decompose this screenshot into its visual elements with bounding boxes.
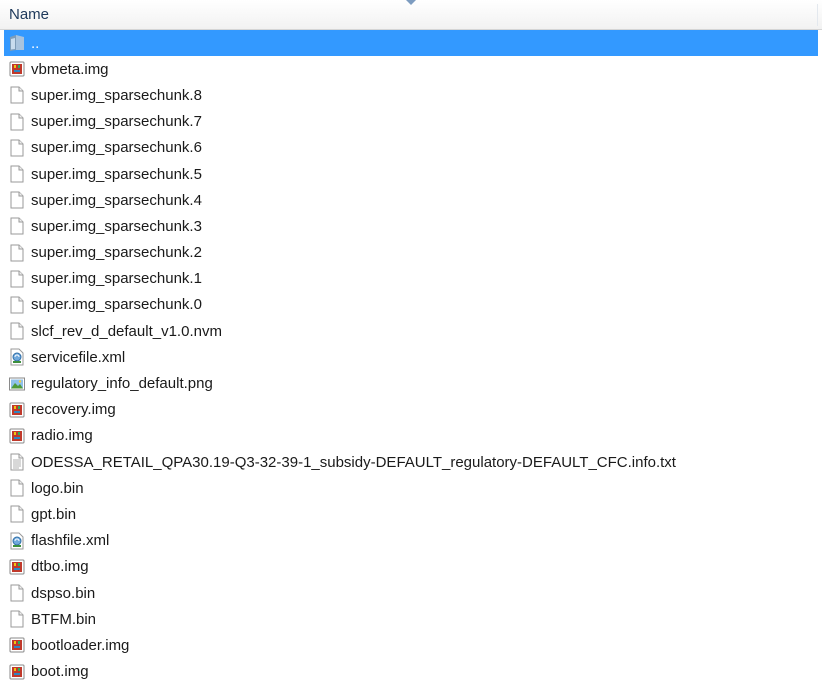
file-row[interactable]: ODESSA_RETAIL_QPA30.19-Q3-32-39-1_subsid…: [0, 449, 822, 475]
file-name: ODESSA_RETAIL_QPA30.19-Q3-32-39-1_subsid…: [31, 453, 676, 471]
file-row[interactable]: super.img_sparsechunk.5: [0, 161, 822, 187]
folder-up-icon: [9, 34, 25, 52]
file-name: servicefile.xml: [31, 348, 126, 366]
file-row[interactable]: bootloader.img: [0, 632, 822, 658]
file-row[interactable]: super.img_sparsechunk.6: [0, 135, 822, 161]
file-row[interactable]: boot.img: [0, 659, 822, 685]
file-name: recovery.img: [31, 401, 116, 419]
img-file-icon: [9, 558, 25, 576]
img-file-icon: [9, 401, 25, 419]
file-row[interactable]: super.img_sparsechunk.2: [0, 240, 822, 266]
blank-file-icon: [9, 296, 25, 314]
text-file-icon: [9, 453, 25, 471]
file-row[interactable]: ..: [4, 30, 818, 57]
blank-file-icon: [9, 584, 25, 602]
blank-file-icon: [9, 191, 25, 209]
blank-file-icon: [9, 165, 25, 183]
column-header-name[interactable]: Name: [0, 0, 822, 30]
blank-file-icon: [9, 322, 25, 340]
file-name: super.img_sparsechunk.0: [31, 296, 202, 314]
sort-arrow-icon: [406, 0, 416, 5]
file-name: ..: [31, 34, 40, 52]
file-list: .. vbmeta.img super.img_sparsechunk.8super…: [0, 30, 822, 685]
file-name: super.img_sparsechunk.2: [31, 244, 202, 262]
file-name: dtbo.img: [31, 558, 89, 576]
img-file-icon: [9, 663, 25, 681]
file-name: BTFM.bin: [31, 610, 97, 628]
img-file-icon: [9, 636, 25, 654]
file-row[interactable]: recovery.img: [0, 397, 822, 423]
file-name: radio.img: [31, 427, 93, 445]
blank-file-icon: [9, 86, 25, 104]
file-row[interactable]: slcf_rev_d_default_v1.0.nvm: [0, 318, 822, 344]
file-row[interactable]: dtbo.img: [0, 554, 822, 580]
file-name: flashfile.xml: [31, 532, 110, 550]
file-name: super.img_sparsechunk.4: [31, 191, 202, 209]
xml-file-icon: [9, 532, 25, 550]
file-row[interactable]: servicefile.xml: [0, 344, 822, 370]
file-name: vbmeta.img: [31, 60, 109, 78]
file-name: slcf_rev_d_default_v1.0.nvm: [31, 322, 222, 340]
file-row[interactable]: flashfile.xml: [0, 528, 822, 554]
blank-file-icon: [9, 217, 25, 235]
file-name: super.img_sparsechunk.7: [31, 113, 202, 131]
file-row[interactable]: BTFM.bin: [0, 606, 822, 632]
file-row[interactable]: regulatory_info_default.png: [0, 370, 822, 396]
file-row[interactable]: super.img_sparsechunk.3: [0, 213, 822, 239]
file-row[interactable]: logo.bin: [0, 475, 822, 501]
file-row[interactable]: gpt.bin: [0, 501, 822, 527]
blank-file-icon: [9, 505, 25, 523]
column-header-label: Name: [9, 6, 50, 23]
blank-file-icon: [9, 479, 25, 497]
png-file-icon: [9, 375, 25, 393]
file-name: logo.bin: [31, 479, 84, 497]
file-row[interactable]: super.img_sparsechunk.7: [0, 109, 822, 135]
file-row[interactable]: super.img_sparsechunk.0: [0, 292, 822, 318]
file-name: dspso.bin: [31, 584, 96, 602]
file-name: boot.img: [31, 663, 89, 681]
file-row[interactable]: super.img_sparsechunk.1: [0, 266, 822, 292]
file-name: super.img_sparsechunk.3: [31, 217, 202, 235]
file-name: regulatory_info_default.png: [31, 375, 213, 393]
file-name: bootloader.img: [31, 636, 130, 654]
file-row[interactable]: radio.img: [0, 423, 822, 449]
blank-file-icon: [9, 270, 25, 288]
blank-file-icon: [9, 610, 25, 628]
file-name: gpt.bin: [31, 505, 77, 523]
blank-file-icon: [9, 139, 25, 157]
file-name: super.img_sparsechunk.5: [31, 165, 202, 183]
img-file-icon: [9, 427, 25, 445]
file-name: super.img_sparsechunk.1: [31, 270, 202, 288]
file-name: super.img_sparsechunk.8: [31, 86, 202, 104]
file-row[interactable]: dspso.bin: [0, 580, 822, 606]
file-row[interactable]: vbmeta.img: [0, 56, 822, 82]
blank-file-icon: [9, 244, 25, 262]
blank-file-icon: [9, 113, 25, 131]
file-name: super.img_sparsechunk.6: [31, 139, 202, 157]
xml-file-icon: [9, 348, 25, 366]
column-divider[interactable]: [817, 4, 818, 26]
file-row[interactable]: super.img_sparsechunk.4: [0, 187, 822, 213]
file-row[interactable]: super.img_sparsechunk.8: [0, 82, 822, 108]
img-file-icon: [9, 60, 25, 78]
